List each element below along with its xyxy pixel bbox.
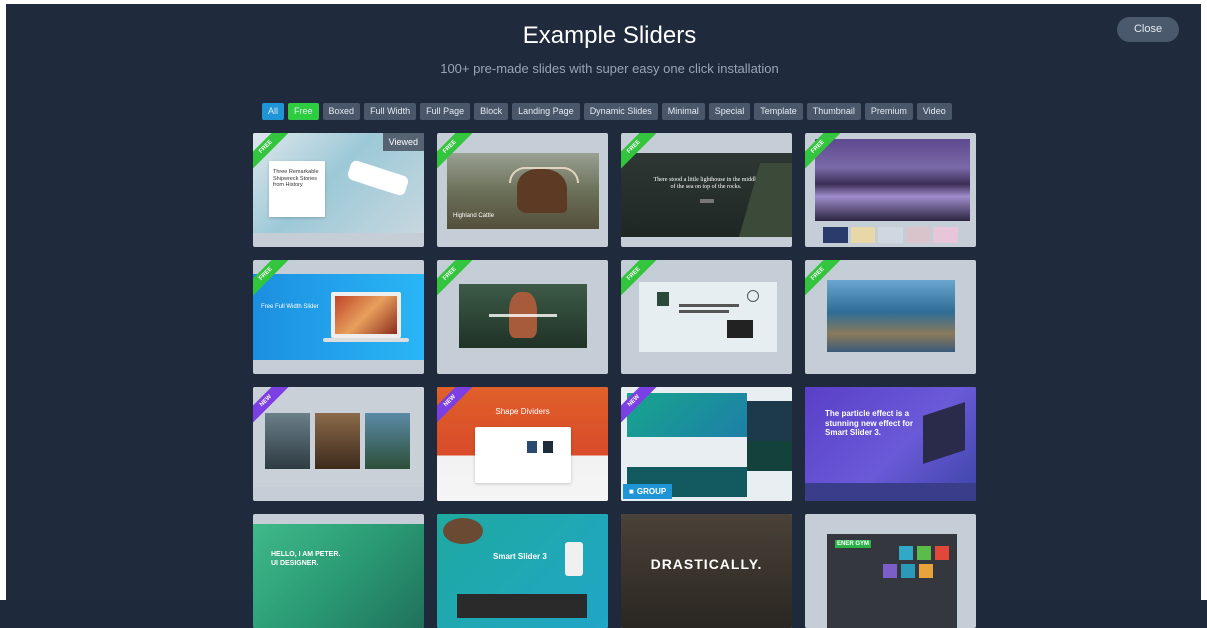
slider-card[interactable]: Smart Slider 3 xyxy=(437,514,608,628)
viewed-badge: Viewed xyxy=(382,133,424,151)
card-caption: ENER GYM xyxy=(835,540,872,548)
card-caption: HELLO, I AM PETER. UI DESIGNER. xyxy=(271,551,341,568)
slider-card[interactable]: Highland Cattle FREE xyxy=(437,133,608,247)
filter-special[interactable]: Special xyxy=(708,103,751,120)
close-button[interactable]: Close xyxy=(1117,17,1179,42)
filter-landing-page[interactable]: Landing Page xyxy=(512,103,580,120)
slider-card[interactable]: FREE xyxy=(437,260,608,374)
slider-card[interactable]: There stood a little lighthouse in the m… xyxy=(621,133,792,247)
group-label: GROUP xyxy=(636,487,667,496)
slider-card[interactable]: NEW xyxy=(253,387,424,501)
card-caption: DRASTICALLY. xyxy=(650,556,763,572)
filter-free[interactable]: Free xyxy=(288,103,319,120)
slider-card[interactable]: FREE xyxy=(805,133,976,247)
filter-all[interactable]: All xyxy=(262,103,285,120)
filter-template[interactable]: Template xyxy=(754,103,803,120)
folder-icon: ■ xyxy=(629,487,634,496)
slider-card[interactable]: FREE xyxy=(805,260,976,374)
filter-premium[interactable]: Premium xyxy=(864,103,913,120)
filter-bar: All Free Boxed Full Width Full Page Bloc… xyxy=(262,103,952,120)
card-caption: The particle effect is a stunning new ef… xyxy=(825,409,913,438)
filter-video[interactable]: Video xyxy=(916,103,952,120)
slider-card[interactable]: FREE xyxy=(621,260,792,374)
filter-full-width[interactable]: Full Width xyxy=(364,103,417,120)
slider-card[interactable]: Three Remarkable Shipwreck Stories from … xyxy=(253,133,424,247)
filter-dynamic-slides[interactable]: Dynamic Slides xyxy=(583,103,658,120)
filter-block[interactable]: Block xyxy=(474,103,509,120)
modal-frame: Example Sliders 100+ pre-made slides wit… xyxy=(0,0,1207,628)
filter-boxed[interactable]: Boxed xyxy=(322,103,361,120)
card-caption: Smart Slider 3 xyxy=(493,552,547,561)
page-title: Example Sliders xyxy=(522,22,697,49)
slider-card[interactable]: HELLO, I AM PETER. UI DESIGNER. xyxy=(253,514,424,628)
filter-thumbnail[interactable]: Thumbnail xyxy=(806,103,861,120)
card-caption: Free Full Width Slider xyxy=(261,304,319,310)
page-subtitle: 100+ pre-made slides with super easy one… xyxy=(440,61,779,76)
slider-card[interactable]: Free Full Width Slider FREE xyxy=(253,260,424,374)
card-caption: Shape Dividers xyxy=(495,407,550,416)
group-badge: ■ GROUP xyxy=(623,484,673,499)
card-caption: Three Remarkable Shipwreck Stories from … xyxy=(273,169,319,189)
slider-card[interactable]: NEW ■ GROUP xyxy=(621,387,792,501)
filter-minimal[interactable]: Minimal xyxy=(661,103,705,120)
slider-grid: Three Remarkable Shipwreck Stories from … xyxy=(253,133,976,628)
slider-card[interactable]: ENER GYM xyxy=(805,514,976,628)
slider-card[interactable]: Shape Dividers NEW xyxy=(437,387,608,501)
slider-card[interactable]: The particle effect is a stunning new ef… xyxy=(805,387,976,501)
card-caption: There stood a little lighthouse in the m… xyxy=(653,177,759,191)
card-caption: Highland Cattle xyxy=(453,213,495,219)
slider-card[interactable]: DRASTICALLY. xyxy=(621,514,792,628)
filter-full-page[interactable]: Full Page xyxy=(420,103,471,120)
